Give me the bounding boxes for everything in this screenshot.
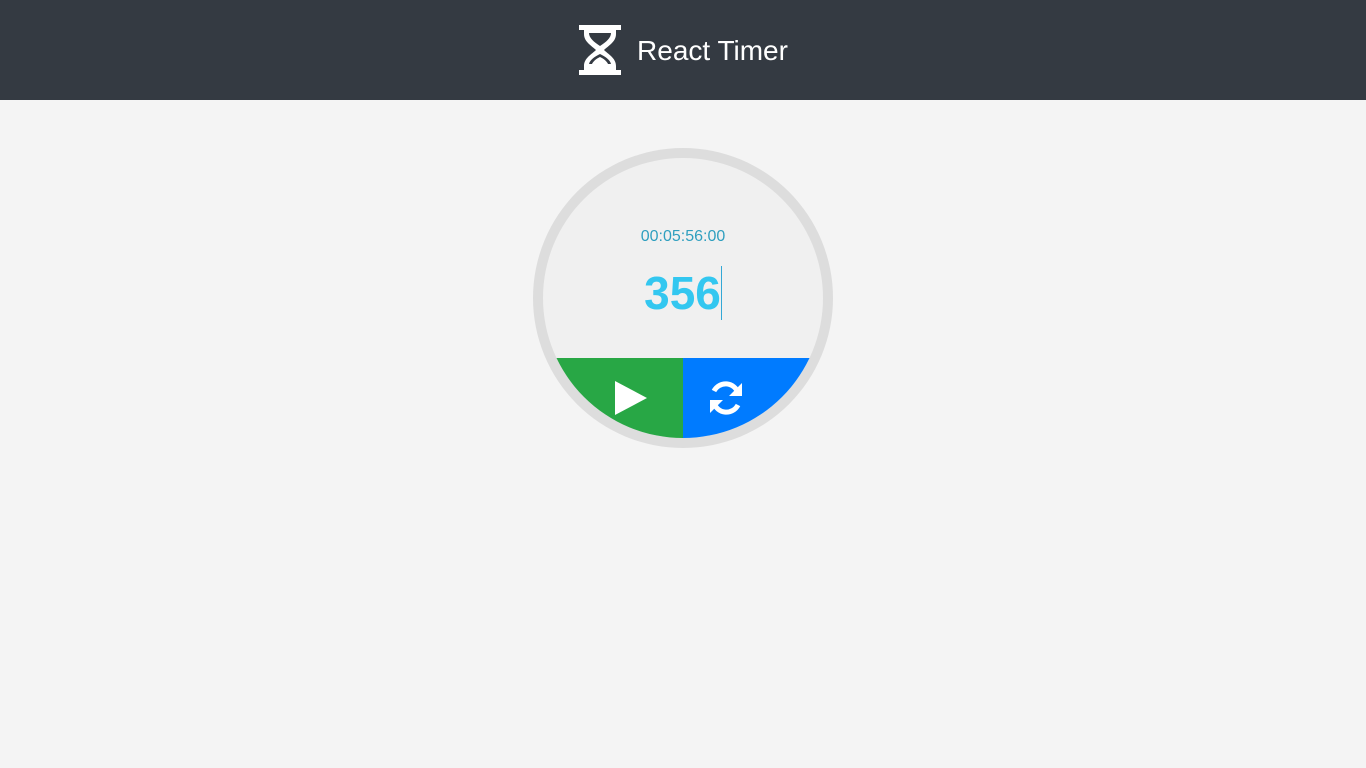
time-display: 00:05:56:00 — [640, 228, 726, 245]
start-button[interactable] — [543, 358, 683, 438]
app-header: React Timer — [0, 0, 1366, 100]
timer-widget: 00:05:56:00 356 — [533, 148, 833, 448]
play-icon — [615, 381, 647, 415]
seconds-input[interactable]: 356 — [644, 266, 722, 320]
hourglass-icon — [579, 25, 622, 75]
brand: React Timer — [578, 25, 788, 75]
reset-button[interactable] — [683, 358, 823, 438]
seconds-input-container: 356 — [543, 266, 823, 320]
refresh-icon — [710, 381, 742, 415]
app-title: React Timer — [637, 35, 788, 66]
timer-face: 00:05:56:00 356 — [543, 158, 823, 438]
